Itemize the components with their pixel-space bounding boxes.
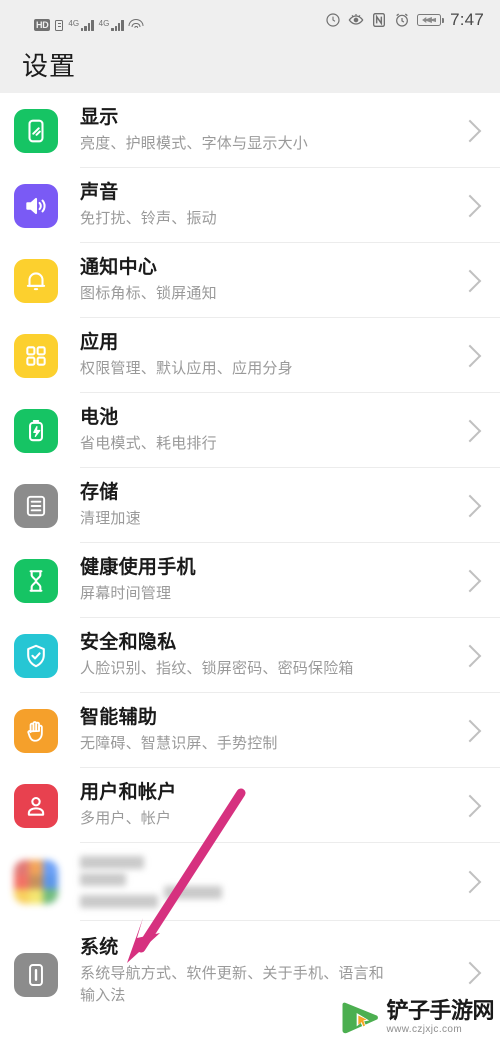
chevron-right-icon <box>458 644 482 667</box>
settings-row-text: 电池 省电模式、耗电排行 <box>58 405 452 456</box>
settings-row-notification-center[interactable]: 通知中心 图标角标、锁屏通知 <box>0 243 500 318</box>
row-title: 用户和帐户 <box>80 782 177 803</box>
hourglass-icon <box>14 558 58 603</box>
settings-row-text: 用户和帐户 多用户、帐户 <box>58 780 452 831</box>
settings-row-storage[interactable]: 存储 清理加速 <box>0 468 500 543</box>
signal-4g-icon: 4G <box>68 19 94 31</box>
row-title: 健康使用手机 <box>80 557 196 578</box>
network-type-label-2: 4G <box>98 19 110 28</box>
chevron-right-icon <box>458 961 482 985</box>
chevron-right-icon <box>458 794 482 817</box>
row-subtitle: 亮度、护眼模式、字体与显示大小 <box>80 135 309 152</box>
settings-row-redacted[interactable] <box>0 843 500 921</box>
settings-row-smart-assistance[interactable]: 智能辅助 无障碍、智慧识屏、手势控制 <box>0 693 500 768</box>
row-subtitle: 权限管理、默认应用、应用分身 <box>80 360 293 377</box>
eye-comfort-icon <box>348 12 364 28</box>
row-subtitle: 图标角标、锁屏通知 <box>80 285 217 302</box>
row-title: 存储 <box>80 482 119 503</box>
row-title: 显示 <box>80 107 119 128</box>
system-phone-icon <box>14 953 58 997</box>
settings-row-sound[interactable]: 声音 免打扰、铃声、振动 <box>0 168 500 243</box>
settings-row-text: 安全和隐私 人脸识别、指纹、锁屏密码、密码保险箱 <box>58 630 452 681</box>
redacted-row-text <box>58 856 452 908</box>
battery-icon <box>417 14 445 26</box>
display-icon <box>14 108 58 153</box>
settings-row-battery[interactable]: 电池 省电模式、耗电排行 <box>0 393 500 468</box>
settings-row-apps[interactable]: 应用 权限管理、默认应用、应用分身 <box>0 318 500 393</box>
sim-card-icon <box>55 20 64 31</box>
chevron-right-icon <box>458 569 482 592</box>
chevron-right-icon <box>458 419 482 442</box>
shield-check-icon <box>14 633 58 678</box>
chevron-right-icon <box>458 870 482 894</box>
row-title: 声音 <box>80 182 119 203</box>
chevron-right-icon <box>458 194 482 217</box>
apps-grid-icon <box>14 333 58 378</box>
signal-bars-2 <box>111 20 124 31</box>
settings-row-text: 声音 免打扰、铃声、振动 <box>58 180 452 231</box>
settings-row-digital-balance[interactable]: 健康使用手机 屏幕时间管理 <box>0 543 500 618</box>
row-title: 应用 <box>80 332 119 353</box>
settings-row-system[interactable]: 系统 系统导航方式、软件更新、关于手机、语言和 输入法 <box>0 921 500 1009</box>
status-bar: HD 4G 4G 7:47 <box>0 0 500 40</box>
hand-icon <box>14 708 58 753</box>
settings-row-text: 显示 亮度、护眼模式、字体与显示大小 <box>58 105 452 156</box>
row-subtitle: 省电模式、耗电排行 <box>80 435 217 452</box>
settings-row-security-privacy[interactable]: 安全和隐私 人脸识别、指纹、锁屏密码、密码保险箱 <box>0 618 500 693</box>
alarm-icon <box>394 12 410 28</box>
row-title: 安全和隐私 <box>80 632 177 653</box>
battery-icon <box>14 408 58 453</box>
row-subtitle: 多用户、帐户 <box>80 810 172 827</box>
network-type-label: 4G <box>68 19 80 28</box>
row-title: 智能辅助 <box>80 707 158 728</box>
redacted-subtitle-blur <box>80 886 452 908</box>
chevron-right-icon <box>458 494 482 517</box>
chevron-right-icon <box>458 719 482 742</box>
storage-icon <box>14 483 58 528</box>
site-watermark: 铲子手游网 www.czjxjc.com <box>340 1000 494 1035</box>
settings-row-display[interactable]: 显示 亮度、护眼模式、字体与显示大小 <box>0 93 500 168</box>
data-saver-icon <box>325 12 341 28</box>
chevron-right-icon <box>458 344 482 367</box>
row-subtitle: 无障碍、智慧识屏、手势控制 <box>80 735 278 752</box>
hd-volte-icon: HD <box>34 19 51 31</box>
watermark-text: 铲子手游网 www.czjxjc.com <box>386 1000 494 1035</box>
nfc-icon <box>371 12 387 28</box>
row-subtitle: 屏幕时间管理 <box>80 585 172 602</box>
wifi-icon <box>128 19 144 31</box>
watermark-site-name: 铲子手游网 <box>386 998 494 1023</box>
settings-row-text: 应用 权限管理、默认应用、应用分身 <box>58 330 452 381</box>
chevron-right-icon <box>458 269 482 292</box>
redacted-title-blur <box>80 856 452 869</box>
settings-row-text: 健康使用手机 屏幕时间管理 <box>58 555 452 606</box>
row-subtitle: 系统导航方式、软件更新、关于手机、语言和 <box>80 965 385 982</box>
row-title: 电池 <box>80 407 119 428</box>
status-bar-left-icons: HD 4G 4G <box>16 9 144 31</box>
row-subtitle: 免打扰、铃声、振动 <box>80 210 217 227</box>
redacted-title-blur-2 <box>80 869 452 886</box>
chevron-right-icon <box>458 119 482 142</box>
settings-row-text: 存储 清理加速 <box>58 480 452 531</box>
row-title: 系统 <box>80 937 119 958</box>
signal-bars <box>81 20 94 31</box>
person-icon <box>14 783 58 828</box>
watermark-url: www.czjxjc.com <box>386 1024 463 1035</box>
page-title: 设置 <box>22 51 77 81</box>
sound-icon <box>14 183 58 228</box>
row-subtitle: 人脸识别、指纹、锁屏密码、密码保险箱 <box>80 660 354 677</box>
settings-row-users-accounts[interactable]: 用户和帐户 多用户、帐户 <box>0 768 500 843</box>
settings-list[interactable]: 显示 亮度、护眼模式、字体与显示大小 声音 免打扰、铃声、振动 通知中心 图标角… <box>0 93 500 1039</box>
redacted-color-grid-icon <box>14 860 58 904</box>
settings-row-text: 智能辅助 无障碍、智慧识屏、手势控制 <box>58 705 452 756</box>
bell-icon <box>14 258 58 303</box>
row-subtitle: 清理加速 <box>80 510 141 527</box>
status-bar-right-icons: 7:47 <box>325 10 484 30</box>
settings-row-text: 通知中心 图标角标、锁屏通知 <box>58 255 452 306</box>
row-title: 通知中心 <box>80 257 158 278</box>
watermark-logo-icon <box>340 1001 380 1035</box>
phone-screen: HD 4G 4G 7:47 设置 显示 亮度、护眼模式、字体与显示大小 声音 免… <box>0 0 500 1039</box>
clock-time: 7:47 <box>450 10 484 29</box>
signal-4g-icon-2: 4G <box>99 20 124 31</box>
